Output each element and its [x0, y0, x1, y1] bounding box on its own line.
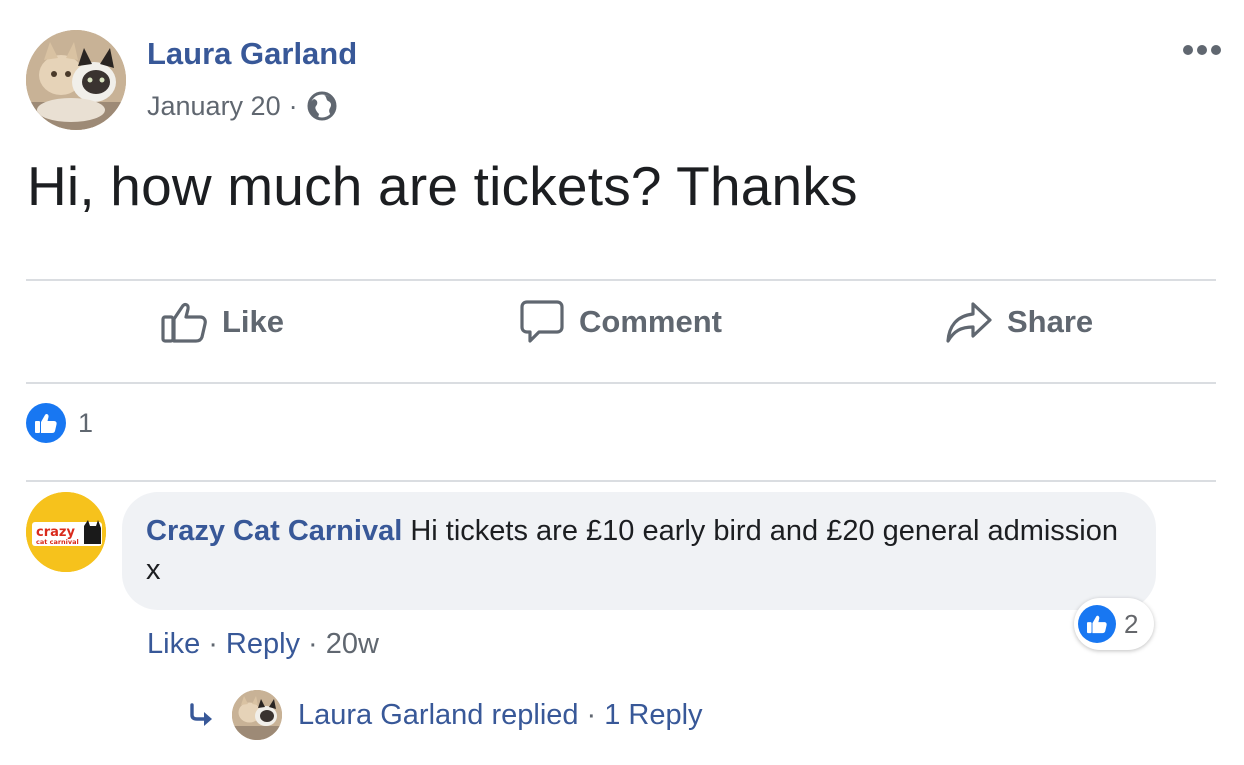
comment-like-link[interactable]: Like [147, 628, 200, 661]
comment-reaction-count: 2 [1124, 608, 1139, 639]
crazy-cat-carnival-logo-icon: crazy cat carnival [26, 492, 106, 572]
comment-action-separator: · [208, 627, 218, 660]
replies-summary[interactable]: Laura Garland replied [298, 699, 579, 732]
cats-photo-icon [26, 30, 126, 130]
comment-author[interactable]: Crazy Cat Carnival [146, 515, 402, 547]
comment-like-icon [1078, 605, 1116, 643]
more-options-icon [1183, 45, 1221, 55]
replies-separator: · [586, 698, 597, 731]
like-icon [26, 403, 66, 443]
comment-label: Comment [579, 304, 722, 339]
comment-icon [520, 300, 564, 343]
share-arrow-icon [946, 302, 992, 343]
comment-button[interactable]: Comment [519, 288, 722, 356]
meta-separator: · [288, 90, 298, 121]
post-meta: January 20 · [147, 88, 338, 124]
divider-top [26, 279, 1216, 281]
post-date[interactable]: January 20 [147, 91, 281, 122]
reaction-summary[interactable]: 1 [26, 403, 93, 443]
replier-avatar[interactable] [232, 690, 282, 740]
comment-timestamp[interactable]: 20w [326, 628, 379, 661]
view-replies-row[interactable]: Laura Garland replied · 1 Reply [188, 690, 703, 740]
page-avatar[interactable]: crazy cat carnival [26, 492, 106, 572]
comment-text-block: Crazy Cat Carnival Hi tickets are £10 ea… [146, 512, 1136, 590]
replies-count[interactable]: 1 Reply [604, 699, 702, 732]
globe-icon[interactable] [306, 90, 338, 122]
comment-actions: Like · Reply · 20w [147, 624, 379, 664]
reply-arrow-icon [190, 703, 212, 726]
share-button[interactable]: Share [945, 288, 1093, 356]
comment-reply-link[interactable]: Reply [226, 628, 300, 661]
cats-photo-icon [232, 690, 282, 740]
more-options-button[interactable] [1180, 30, 1224, 70]
post-card: Laura Garland January 20 · Hi, how much … [0, 0, 1244, 755]
post-text: Hi, how much are tickets? Thanks [27, 155, 858, 217]
author-avatar[interactable] [26, 30, 126, 130]
comment-reaction-badge[interactable]: 2 [1074, 598, 1154, 650]
divider-middle [26, 382, 1216, 384]
like-button[interactable]: Like [160, 288, 284, 356]
comment-bubble: Crazy Cat Carnival Hi tickets are £10 ea… [122, 492, 1156, 610]
divider-bottom [26, 480, 1216, 482]
svg-text:cat carnival: cat carnival [36, 538, 79, 546]
share-label: Share [1007, 304, 1094, 339]
like-label: Like [222, 304, 285, 339]
thumbs-up-icon [161, 302, 207, 343]
post-author-name[interactable]: Laura Garland [147, 36, 357, 72]
reaction-count: 1 [78, 407, 94, 438]
comment-action-separator: · [308, 627, 318, 660]
